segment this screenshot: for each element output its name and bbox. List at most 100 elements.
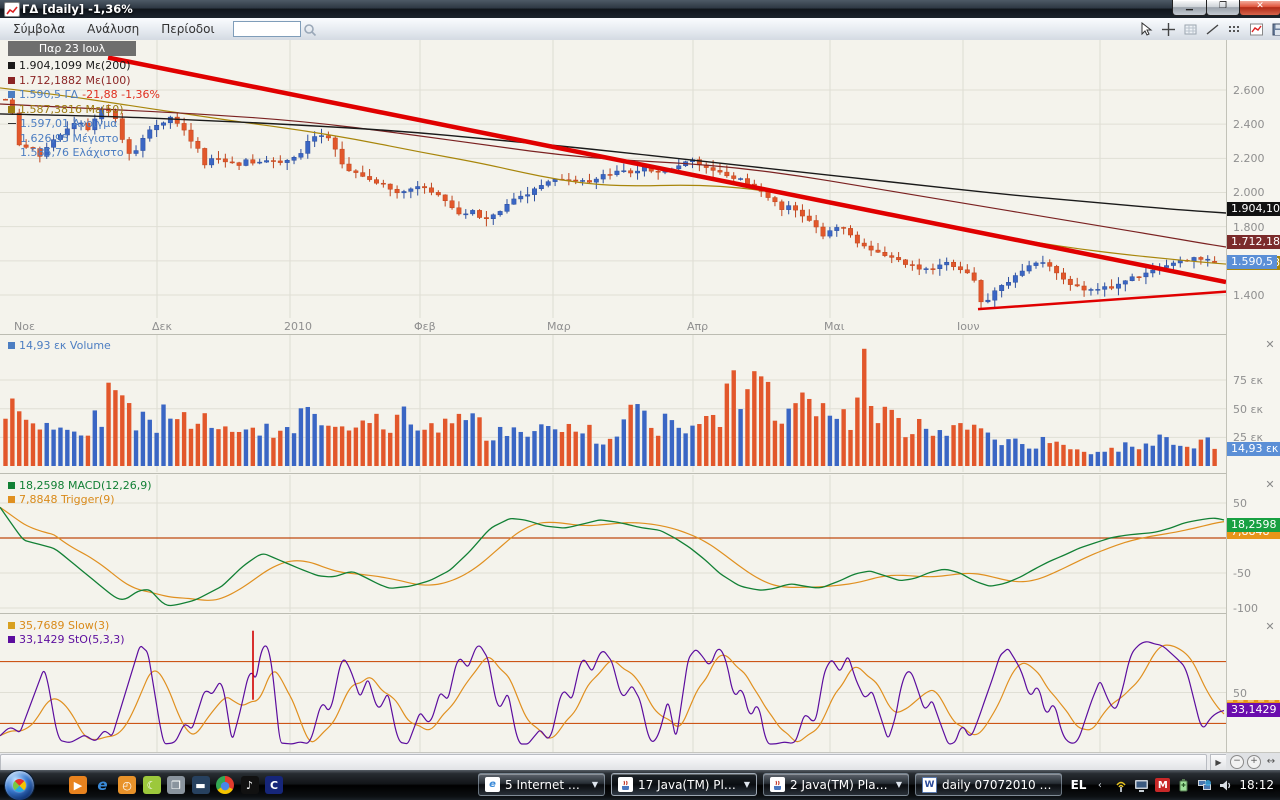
chevron-down-icon[interactable]: ▼ <box>744 780 750 789</box>
taskbar-button-1[interactable]: 17 Java(TM) Pla... ▼ <box>611 773 757 796</box>
legend-swatch <box>8 106 15 113</box>
dotted-rows-icon[interactable] <box>1226 21 1243 38</box>
chevron-down-icon[interactable]: ▼ <box>592 780 598 789</box>
zoom-in-button[interactable]: + <box>1247 755 1261 769</box>
x-axis-label: Φεβ <box>414 320 436 333</box>
display-icon[interactable]: ▬ <box>192 776 210 794</box>
x-axis-label: Μαρ <box>547 320 571 333</box>
legend-swatch <box>8 91 15 98</box>
price-legend-row-4: 1.597,01 Άνοιγμα <box>8 117 117 130</box>
taskbar-button-0[interactable]: e5 Internet Explorer▼ <box>478 773 605 796</box>
cursor-date-label: Παρ 23 Ιουλ <box>8 41 136 56</box>
price-axis-column: 2.6002.4002.2002.0001.8001.6001.40075 εκ… <box>1226 40 1280 752</box>
price-legend-row-0: 1.904,1099 Με(200) <box>8 59 131 72</box>
clock-icon[interactable]: ◴ <box>118 776 136 794</box>
restore-button[interactable]: ❐ <box>1206 0 1240 16</box>
legend-swatch <box>8 62 15 69</box>
taskbar-button-3[interactable]: Wdaily 07072010 - ... <box>915 773 1062 796</box>
menu-item-2[interactable]: Περίοδοι <box>150 22 225 36</box>
price-tick: 2.200 <box>1233 152 1265 165</box>
price-tick: 2.000 <box>1233 186 1265 199</box>
start-button[interactable] <box>4 770 35 800</box>
legend-text: 1.712,1882 Με(100) <box>19 74 131 87</box>
x-axis-label: Μαι <box>824 320 844 333</box>
macd-swatch <box>8 482 15 489</box>
axis-price-tag: 18,2598 <box>1227 518 1280 532</box>
fit-width-icon[interactable]: ↔ <box>1264 756 1278 768</box>
price-legend-row-1: 1.712,1882 Με(100) <box>8 74 131 87</box>
chrome-icon[interactable]: ● <box>216 776 234 794</box>
trigger-swatch <box>8 496 15 503</box>
price-tick: 1.400 <box>1233 289 1265 302</box>
crosshair-icon[interactable] <box>1160 21 1177 38</box>
trigger-legend: 7,8848 Trigger(9) <box>8 493 115 506</box>
taskbar-button-2[interactable]: 2 Java(TM) Platf...▼ <box>763 773 909 796</box>
x-axis-label: Νοε <box>14 320 35 333</box>
media-player-icon[interactable]: ▶ <box>69 776 87 794</box>
window-switcher-icon[interactable]: ❐ <box>167 776 185 794</box>
volume-legend: 14,93 εκ Volume <box>8 339 111 352</box>
menu-item-1[interactable]: Ανάλυση <box>76 22 150 36</box>
sto-legend: 33,1429 StO(5,3,3) <box>8 633 125 646</box>
volume-chart-canvas[interactable] <box>0 335 1226 472</box>
volume-swatch <box>8 342 15 349</box>
taskbar-button-label: daily 07072010 - ... <box>942 778 1055 792</box>
display-settings-icon[interactable] <box>1134 778 1149 792</box>
internet-explorer-icon[interactable]: e <box>94 776 112 794</box>
stochastic-chart-canvas[interactable] <box>0 615 1226 752</box>
language-indicator[interactable]: EL <box>1071 778 1087 792</box>
sto-swatch <box>8 636 15 643</box>
price-legend-row-6: 1.585,76 Ελάχιστο <box>8 146 124 159</box>
search-icon[interactable] <box>303 22 317 41</box>
symbol-search-input[interactable] <box>233 21 301 37</box>
curve-app-icon[interactable]: C <box>265 776 283 794</box>
x-axis-label: Απρ <box>687 320 708 333</box>
power-icon[interactable] <box>1176 778 1191 792</box>
grid-icon[interactable] <box>1182 21 1199 38</box>
doc-icon: W <box>922 777 937 792</box>
zoom-out-button[interactable]: − <box>1230 755 1244 769</box>
volume-tick: 75 εκ <box>1233 374 1263 387</box>
stoch-tick: 50 <box>1233 687 1247 700</box>
wireless-icon[interactable] <box>1113 778 1128 792</box>
taskbar-button-label: 17 Java(TM) Pla... <box>638 778 739 792</box>
macd-chart-canvas[interactable] <box>0 475 1226 612</box>
pointer-icon[interactable] <box>1138 21 1155 38</box>
trendline-icon[interactable] <box>1204 21 1221 38</box>
java-icon <box>770 777 785 792</box>
menu-item-0[interactable]: Σύμβολα <box>2 22 76 36</box>
green-app-icon[interactable]: ☾ <box>143 776 161 794</box>
axis-price-tag: 1.590,5 <box>1227 255 1277 269</box>
close-volume-panel-icon[interactable]: ✕ <box>1264 339 1276 351</box>
zoom-controls: − + ↔ <box>1226 752 1280 770</box>
network-icon[interactable] <box>1197 778 1212 792</box>
taskbar-clock[interactable]: 18:12 <box>1239 778 1274 792</box>
window-title: ΓΔ [daily] -1,36% <box>22 2 133 16</box>
volume-tick: 50 εκ <box>1233 403 1263 416</box>
price-chart-canvas[interactable] <box>0 40 1226 318</box>
x-axis-label: Δεκ <box>152 320 172 333</box>
close-button[interactable]: ✕ <box>1239 0 1280 16</box>
legend-text: 1.904,1099 Με(200) <box>19 59 131 72</box>
music-icon[interactable]: ♪ <box>241 776 259 794</box>
close-macd-panel-icon[interactable]: ✕ <box>1264 479 1276 491</box>
volume-icon[interactable] <box>1218 778 1233 792</box>
open-marker-icon <box>8 123 16 124</box>
m-app-icon[interactable]: M <box>1155 778 1170 792</box>
close-stoch-panel-icon[interactable]: ✕ <box>1264 621 1276 633</box>
save-icon[interactable] <box>1270 21 1280 38</box>
axis-price-tag: 33,1429 <box>1227 703 1280 717</box>
price-legend-row-2: 1.590,5 ΓΔ -21,88 -1,36% <box>8 88 160 101</box>
legend-text: 1.587,3816 Με(50) <box>19 103 124 116</box>
desktop: ΓΔ [daily] -1,36% ▁ ❐ ✕ ΣύμβολαΑνάλυσηΠε… <box>0 0 1280 800</box>
panel-separator <box>0 473 1280 474</box>
minimize-button[interactable]: ▁ <box>1172 0 1207 16</box>
slow-legend: 35,7689 Slow(3) <box>8 619 109 632</box>
collapse-tray-icon[interactable]: ‹ <box>1092 778 1107 792</box>
time-scrollbar[interactable]: ▶ <box>0 752 1226 771</box>
chart-icon[interactable] <box>1248 21 1265 38</box>
legend-text: 1.590,5 ΓΔ <box>19 88 78 101</box>
chevron-down-icon[interactable]: ▼ <box>896 780 902 789</box>
macd-legend: 18,2598 MACD(12,26,9) <box>8 479 152 492</box>
taskbar: ▶ e ◴ ☾ ❐ ▬ ● ♪ C e5 Internet Explorer▼ 17 Java(T… <box>0 770 1280 800</box>
